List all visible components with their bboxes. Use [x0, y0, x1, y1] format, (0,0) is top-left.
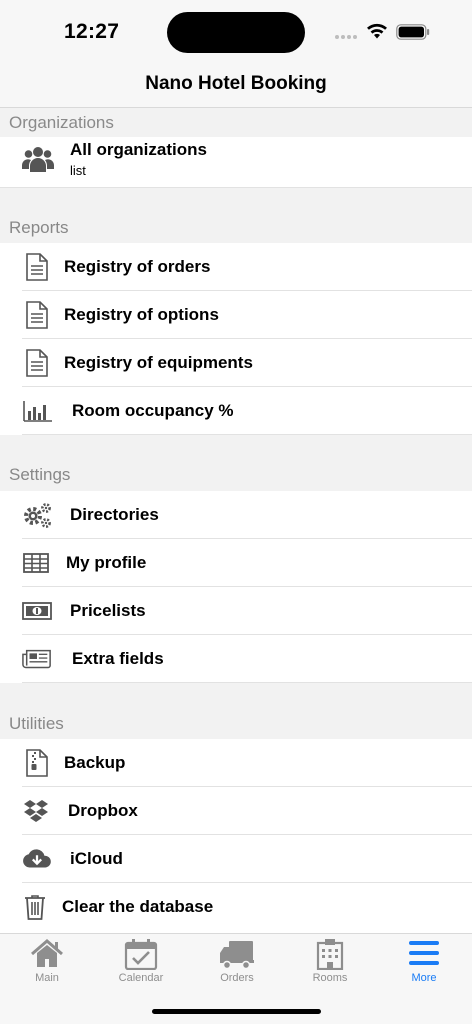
- home-icon: [31, 939, 63, 967]
- bar-chart-icon: [23, 401, 52, 422]
- pricelists-label: Pricelists: [70, 601, 146, 620]
- table-icon: [23, 553, 49, 573]
- truck-icon: [220, 941, 254, 970]
- calendar-icon: [124, 939, 158, 970]
- cloud-download-icon: [23, 849, 51, 868]
- dynamic-island: [167, 12, 305, 53]
- backup-row[interactable]: Backup: [0, 739, 472, 787]
- clear-database-row[interactable]: Clear the database: [0, 883, 472, 933]
- tab-more[interactable]: More: [384, 938, 464, 994]
- registry-of-orders-row[interactable]: Registry of orders: [0, 243, 472, 291]
- directories-label: Directories: [70, 505, 159, 524]
- tab-calendar[interactable]: Calendar: [101, 938, 181, 994]
- section-label-settings: Settings: [9, 465, 71, 484]
- tab-rooms[interactable]: Rooms: [290, 938, 370, 994]
- document-icon: [26, 301, 48, 329]
- navigation-bar: Nano Hotel Booking: [0, 62, 472, 108]
- tab-calendar-label: Calendar: [118, 972, 164, 984]
- tab-main-label: Main: [35, 972, 59, 984]
- registry-of-equipments-label: Registry of equipments: [64, 353, 253, 372]
- document-icon: [26, 253, 48, 281]
- tab-more-label: More: [411, 972, 437, 984]
- all-organizations-subtitle: list: [70, 163, 86, 178]
- building-icon: [316, 939, 344, 970]
- dropbox-label: Dropbox: [68, 801, 138, 820]
- home-indicator: [152, 1009, 321, 1014]
- my-profile-label: My profile: [66, 553, 147, 572]
- newspaper-icon: [22, 649, 51, 669]
- status-time: 12:27: [64, 20, 120, 43]
- all-organizations-label: All organizations: [70, 140, 207, 159]
- section-header-utilities: Utilities: [0, 683, 472, 739]
- document-icon: [26, 349, 48, 377]
- room-occupancy-row[interactable]: Room occupancy %: [0, 387, 472, 435]
- zip-file-icon: [26, 749, 48, 777]
- section-label-utilities: Utilities: [9, 714, 64, 733]
- money-icon: [22, 602, 52, 620]
- directories-row[interactable]: Directories: [0, 491, 472, 539]
- registry-of-orders-label: Registry of orders: [64, 257, 211, 276]
- backup-label: Backup: [64, 753, 126, 772]
- cellular-signal-icon: [335, 35, 359, 41]
- extra-fields-row[interactable]: Extra fields: [0, 635, 472, 683]
- section-header-reports: Reports: [0, 188, 472, 243]
- section-label-reports: Reports: [9, 218, 69, 237]
- clear-database-label: Clear the database: [62, 897, 214, 916]
- icloud-row[interactable]: iCloud: [0, 835, 472, 883]
- wifi-icon: [367, 23, 387, 39]
- registry-of-options-label: Registry of options: [64, 305, 219, 324]
- dropbox-row[interactable]: Dropbox: [0, 787, 472, 835]
- my-profile-row[interactable]: My profile: [0, 539, 472, 587]
- pricelists-row[interactable]: Pricelists: [0, 587, 472, 635]
- registry-of-options-row[interactable]: Registry of options: [0, 291, 472, 339]
- gears-icon: [24, 503, 51, 528]
- tab-orders[interactable]: Orders: [197, 938, 277, 994]
- room-occupancy-label: Room occupancy %: [72, 401, 234, 420]
- dropbox-icon: [24, 800, 48, 822]
- section-header-organizations: Organizations: [0, 108, 472, 137]
- icloud-label: iCloud: [70, 849, 123, 868]
- trash-icon: [25, 895, 45, 920]
- tab-main[interactable]: Main: [7, 938, 87, 994]
- tab-orders-label: Orders: [220, 972, 254, 984]
- menu-icon: [409, 941, 439, 965]
- battery-icon: [396, 24, 430, 40]
- status-bar: 12:27: [0, 0, 472, 62]
- tab-rooms-label: Rooms: [312, 972, 348, 984]
- users-icon: [22, 147, 54, 172]
- all-organizations-row[interactable]: All organizations list: [0, 137, 472, 188]
- page-title: Nano Hotel Booking: [145, 73, 327, 94]
- section-header-settings: Settings: [0, 435, 472, 491]
- registry-of-equipments-row[interactable]: Registry of equipments: [0, 339, 472, 387]
- extra-fields-label: Extra fields: [72, 649, 164, 668]
